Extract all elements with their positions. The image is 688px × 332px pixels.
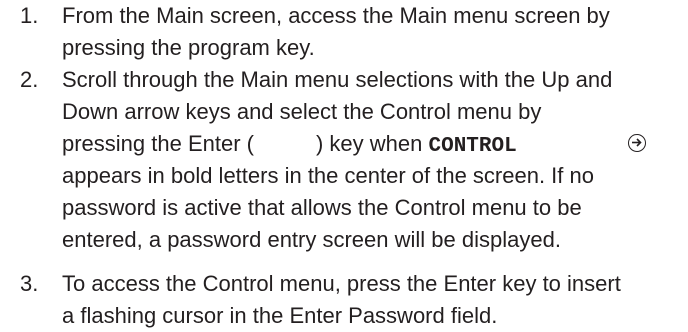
step-number: 1. — [20, 3, 39, 28]
arrow-right-icon — [632, 138, 642, 147]
step-number: 2. — [20, 67, 39, 92]
text-line: a flashing cursor in the Enter Password … — [62, 303, 498, 328]
step-number: 3. — [20, 271, 39, 296]
step-text: To access the Control menu, press the En… — [62, 268, 688, 332]
text-fragment: ) key when — [315, 131, 423, 156]
text-line: appears in bold letters in the center of… — [62, 163, 594, 188]
text-line: pressing the Enter ( ) key when CONTROL — [62, 128, 688, 160]
control-keyword: CONTROL — [428, 135, 517, 158]
step-text: Scroll through the Main menu selections … — [62, 64, 688, 256]
text-line: Down arrow keys and select the Control m… — [62, 99, 542, 124]
enter-key-icon — [628, 134, 646, 152]
text-line: Scroll through the Main menu selections … — [62, 67, 613, 92]
step-text: From the Main screen, access the Main me… — [62, 0, 688, 64]
text-line: password is active that allows the Contr… — [62, 195, 582, 220]
text-fragment: pressing the Enter ( — [62, 131, 254, 156]
text-line: To access the Control menu, press the En… — [62, 271, 621, 296]
text-line: entered, a password entry screen will be… — [62, 227, 561, 252]
text-line: From the Main screen, access the Main me… — [62, 3, 610, 28]
text-line: pressing the program key. — [62, 35, 315, 60]
